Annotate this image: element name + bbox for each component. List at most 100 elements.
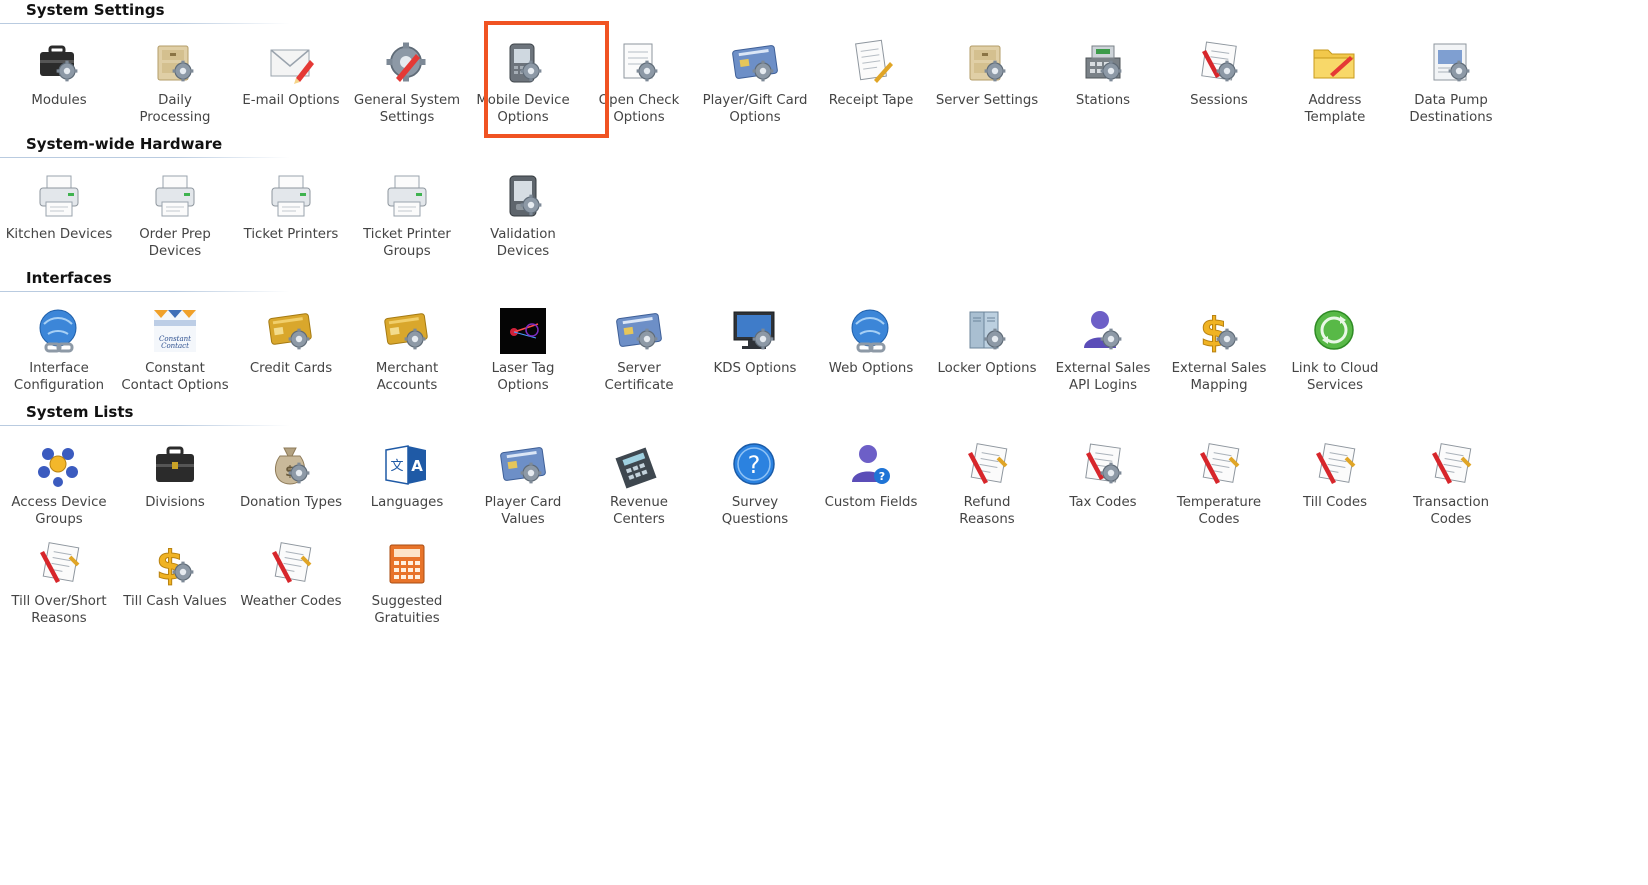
constant-contact-icon: Constant Contact [150, 306, 200, 356]
settings-item-label: Transaction Codes [1412, 495, 1490, 527]
settings-item-sessions[interactable]: Sessions [1160, 38, 1278, 148]
settings-item-label: Credit Cards [249, 361, 333, 376]
settings-item-address-template[interactable]: Address Template [1276, 38, 1394, 148]
cloud-sync-icon [1310, 306, 1360, 356]
checklist-icon [1194, 440, 1244, 490]
settings-item-ticket-printer-groups[interactable]: Ticket Printer Groups [348, 172, 466, 282]
smart-card-icon [730, 38, 780, 88]
settings-item-label: Kitchen Devices [5, 227, 113, 242]
settings-item-weather-codes[interactable]: Weather Codes [232, 539, 350, 649]
settings-item-till-codes[interactable]: Till Codes [1276, 440, 1394, 550]
languages-icon: 文A [382, 440, 432, 490]
cash-register-icon [1078, 38, 1128, 88]
settings-item-access-device-groups[interactable]: Access Device Groups [0, 440, 118, 550]
settings-item-stations[interactable]: Stations [1044, 38, 1162, 148]
settings-item-tax-codes[interactable]: Tax Codes [1044, 440, 1162, 550]
laser-tag-icon [498, 306, 548, 356]
settings-item-label: Modules [31, 93, 87, 108]
settings-item-constant-contact-options[interactable]: Constant Contact Constant Contact Options [116, 306, 234, 416]
settings-item-donation-types[interactable]: $ Donation Types [232, 440, 350, 550]
envelope-icon [266, 38, 316, 88]
settings-item-web-options[interactable]: Web Options [812, 306, 930, 416]
settings-item-label: Mobile Device Options [476, 93, 570, 125]
settings-item-survey-questions[interactable]: ? Survey Questions [696, 440, 814, 550]
settings-item-label: Order Prep Devices [139, 227, 211, 259]
credit-card-icon [266, 306, 316, 356]
checklist-icon [1310, 440, 1360, 490]
settings-item-interface-configuration[interactable]: Interface Configuration [0, 306, 118, 416]
settings-item-locker-options[interactable]: Locker Options [928, 306, 1046, 416]
user-question-icon: ? [846, 440, 896, 490]
settings-item-label: Validation Devices [490, 227, 556, 259]
settings-item-custom-fields[interactable]: ? Custom Fields [812, 440, 930, 550]
settings-item-mobile-device-options[interactable]: Mobile Device Options [464, 38, 582, 148]
briefcase-gear-icon [34, 38, 84, 88]
section-divider [0, 157, 290, 158]
settings-item-label: Data Pump Destinations [1409, 93, 1493, 125]
settings-item-label: E-mail Options [242, 93, 340, 108]
settings-item-languages[interactable]: 文 A Languages [348, 440, 466, 550]
settings-item-general-system-settings[interactable]: General System Settings [348, 38, 466, 148]
settings-item-label: Player Card Values [484, 495, 562, 527]
settings-item-link-to-cloud-services[interactable]: Link to Cloud Services [1276, 306, 1394, 416]
settings-item-kitchen-devices[interactable]: Kitchen Devices [0, 172, 118, 282]
settings-item-label: Languages [370, 495, 444, 510]
settings-item-external-sales-mapping[interactable]: $ External Sales Mapping [1160, 306, 1278, 416]
box-gear-icon [962, 38, 1012, 88]
settings-item-validation-devices[interactable]: Validation Devices [464, 172, 582, 282]
settings-item-merchant-accounts[interactable]: Merchant Accounts [348, 306, 466, 416]
checklist-icon [266, 539, 316, 589]
settings-item-credit-cards[interactable]: Credit Cards [232, 306, 350, 416]
settings-item-player-gift-card-options[interactable]: Player/Gift Card Options [696, 38, 814, 148]
settings-item-suggested-gratuities[interactable]: Suggested Gratuities [348, 539, 466, 649]
settings-item-transaction-codes[interactable]: Transaction Codes [1392, 440, 1510, 550]
settings-item-laser-tag-options[interactable]: Laser Tag Options [464, 306, 582, 416]
settings-item-server-settings[interactable]: Server Settings [928, 38, 1046, 148]
credit-card-icon [382, 306, 432, 356]
settings-item-refund-reasons[interactable]: Refund Reasons [928, 440, 1046, 550]
calculator-icon [614, 440, 664, 490]
section-divider [0, 23, 290, 24]
settings-item-ticket-printers[interactable]: Ticket Printers [232, 172, 350, 282]
settings-item-label: Link to Cloud Services [1291, 361, 1379, 393]
settings-item-label: Access Device Groups [11, 495, 107, 527]
settings-item-label: Merchant Accounts [375, 361, 439, 393]
settings-item-temperature-codes[interactable]: Temperature Codes [1160, 440, 1278, 550]
settings-item-receipt-tape[interactable]: Receipt Tape [812, 38, 930, 148]
section-divider [0, 425, 290, 426]
settings-item-server-certificate[interactable]: Server Certificate [580, 306, 698, 416]
question-icon: ? [730, 440, 780, 490]
monitor-gear-icon [730, 306, 780, 356]
settings-item-external-sales-api-logins[interactable]: External Sales API Logins [1044, 306, 1162, 416]
settings-item-till-over-short-reasons[interactable]: Till Over/Short Reasons [0, 539, 118, 649]
settings-item-revenue-centers[interactable]: Revenue Centers [580, 440, 698, 550]
settings-item-open-check-options[interactable]: Open Check Options [580, 38, 698, 148]
settings-item-player-card-values[interactable]: Player Card Values [464, 440, 582, 550]
settings-item-daily-processing[interactable]: Daily Processing [116, 38, 234, 148]
settings-item-label: Interface Configuration [13, 361, 105, 393]
receipt-icon [846, 38, 896, 88]
settings-item-label: Player/Gift Card Options [702, 93, 808, 125]
settings-item-divisions[interactable]: Divisions [116, 440, 234, 550]
settings-item-till-cash-values[interactable]: $ Till Cash Values [116, 539, 234, 649]
settings-item-e-mail-options[interactable]: E-mail Options [232, 38, 350, 148]
settings-item-data-pump-destinations[interactable]: Data Pump Destinations [1392, 38, 1510, 148]
printer-icon [34, 172, 84, 222]
settings-item-label: Locker Options [937, 361, 1037, 376]
settings-item-label: General System Settings [353, 93, 461, 125]
settings-item-label: Address Template [1304, 93, 1366, 125]
settings-item-label: Survey Questions [721, 495, 789, 527]
folder-icon [1310, 38, 1360, 88]
data-pump-icon [1426, 38, 1476, 88]
settings-item-modules[interactable]: Modules [0, 38, 118, 148]
settings-item-kds-options[interactable]: KDS Options [696, 306, 814, 416]
receipt-gear-icon [614, 38, 664, 88]
briefcase-icon [150, 440, 200, 490]
dollar-gear-icon: $ [150, 539, 200, 589]
settings-item-order-prep-devices[interactable]: Order Prep Devices [116, 172, 234, 282]
settings-item-label: Till Over/Short Reasons [11, 594, 107, 626]
settings-item-label: Till Codes [1303, 495, 1367, 510]
settings-item-label: Till Cash Values [123, 594, 227, 609]
settings-item-label: Temperature Codes [1176, 495, 1262, 527]
section-title-system-settings: System Settings [26, 1, 165, 19]
